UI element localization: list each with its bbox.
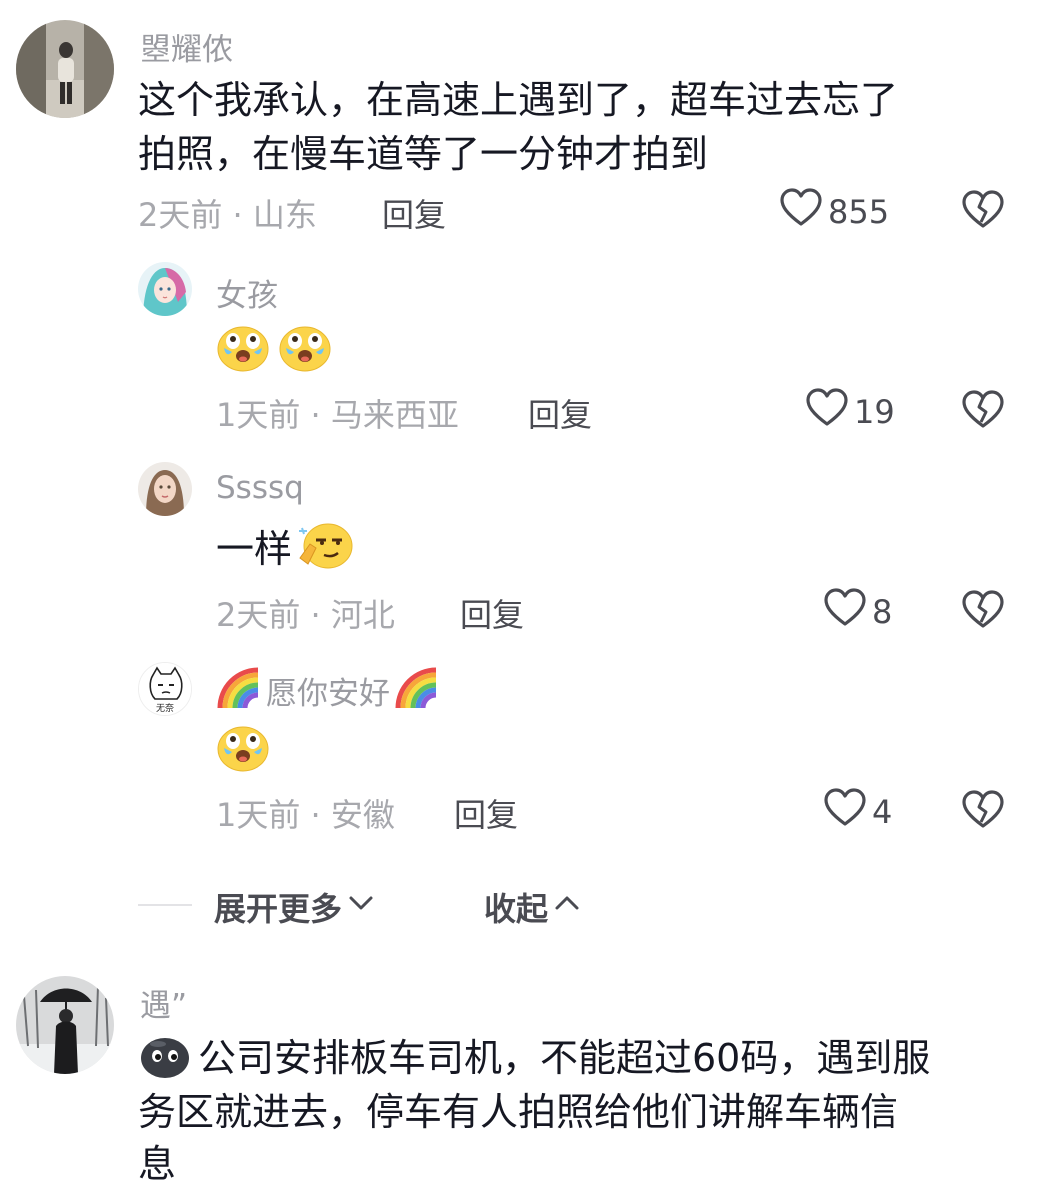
reply-username-row[interactable]: 愿你安好: [216, 666, 440, 714]
heart-icon: [780, 188, 822, 236]
avatar[interactable]: 无奈: [138, 662, 192, 716]
heart-icon: [806, 388, 848, 436]
avatar[interactable]: [16, 976, 114, 1074]
avatar[interactable]: [138, 262, 192, 316]
like-button[interactable]: 8: [824, 588, 892, 636]
rainbow-icon: [216, 666, 262, 714]
dislike-heart-icon[interactable]: [962, 390, 1004, 434]
reply-button[interactable]: 回复: [382, 190, 446, 236]
laugh-cry-emoji-icon: [278, 322, 332, 376]
like-count: 855: [828, 193, 890, 231]
expand-more-label: 展开更多: [214, 890, 343, 928]
comment-text-line: 这个我承认，在高速上遇到了，超车过去忘了: [138, 78, 899, 122]
heart-icon: [824, 588, 866, 636]
reply-content: [216, 322, 332, 376]
reply-content: 一样: [216, 520, 356, 578]
like-button[interactable]: 855: [780, 188, 889, 236]
comment-username[interactable]: 遇”: [140, 980, 187, 1025]
reply-text: 一样: [216, 527, 293, 571]
comment-text-line: 务区就进去，停车有人拍照给他们讲解车辆信: [138, 1090, 899, 1134]
avatar-caption: 无奈: [155, 704, 174, 714]
laugh-cry-emoji-icon: [216, 322, 270, 376]
rainbow-icon: [394, 666, 440, 714]
collapse-button[interactable]: 收起: [484, 884, 582, 930]
comment-text-line: 拍照，在慢车道等了一分钟才拍到: [138, 132, 709, 176]
reply-meta: 1天前 · 安徽: [216, 796, 395, 834]
comment-meta: 2天前 · 山东: [138, 196, 317, 234]
reply-content: [216, 722, 270, 776]
like-button[interactable]: 4: [824, 788, 892, 836]
dislike-heart-icon[interactable]: [962, 190, 1004, 234]
like-count: 19: [854, 393, 895, 431]
like-button[interactable]: 19: [806, 388, 895, 436]
avatar[interactable]: [16, 20, 114, 118]
chevron-up-icon: [552, 888, 582, 926]
heart-icon: [824, 788, 866, 836]
like-count: 4: [872, 793, 893, 831]
reply-username[interactable]: 愿你安好: [266, 668, 390, 713]
divider: [138, 904, 192, 906]
reply-button[interactable]: 回复: [454, 790, 518, 836]
reply-meta: 1天前 · 马来西亚: [216, 396, 459, 434]
reply-meta: 2天前 · 河北: [216, 596, 395, 634]
collapse-label: 收起: [484, 890, 549, 928]
comment-text-line: 公司安排板车司机，不能超过60码，遇到服: [138, 1030, 930, 1086]
reply-username[interactable]: Ssssq: [216, 470, 304, 506]
avatar[interactable]: [138, 462, 192, 516]
reply-button[interactable]: 回复: [528, 390, 592, 436]
reply-username[interactable]: 女孩: [216, 270, 278, 315]
chevron-down-icon: [346, 888, 376, 926]
dislike-heart-icon[interactable]: [962, 790, 1004, 834]
laugh-cry-emoji-icon: [216, 722, 270, 776]
comment-username[interactable]: 曌耀侬: [140, 24, 233, 69]
smug-face-emoji-icon: [296, 520, 356, 578]
comment-text-line: 息: [138, 1142, 177, 1186]
reply-button[interactable]: 回复: [460, 590, 524, 636]
comment-text: 公司安排板车司机，不能超过60码，遇到服: [198, 1036, 931, 1080]
black-blob-emoji-icon: [138, 1032, 192, 1084]
expand-more-button[interactable]: 展开更多: [214, 884, 376, 930]
like-count: 8: [872, 593, 893, 631]
dislike-heart-icon[interactable]: [962, 590, 1004, 634]
